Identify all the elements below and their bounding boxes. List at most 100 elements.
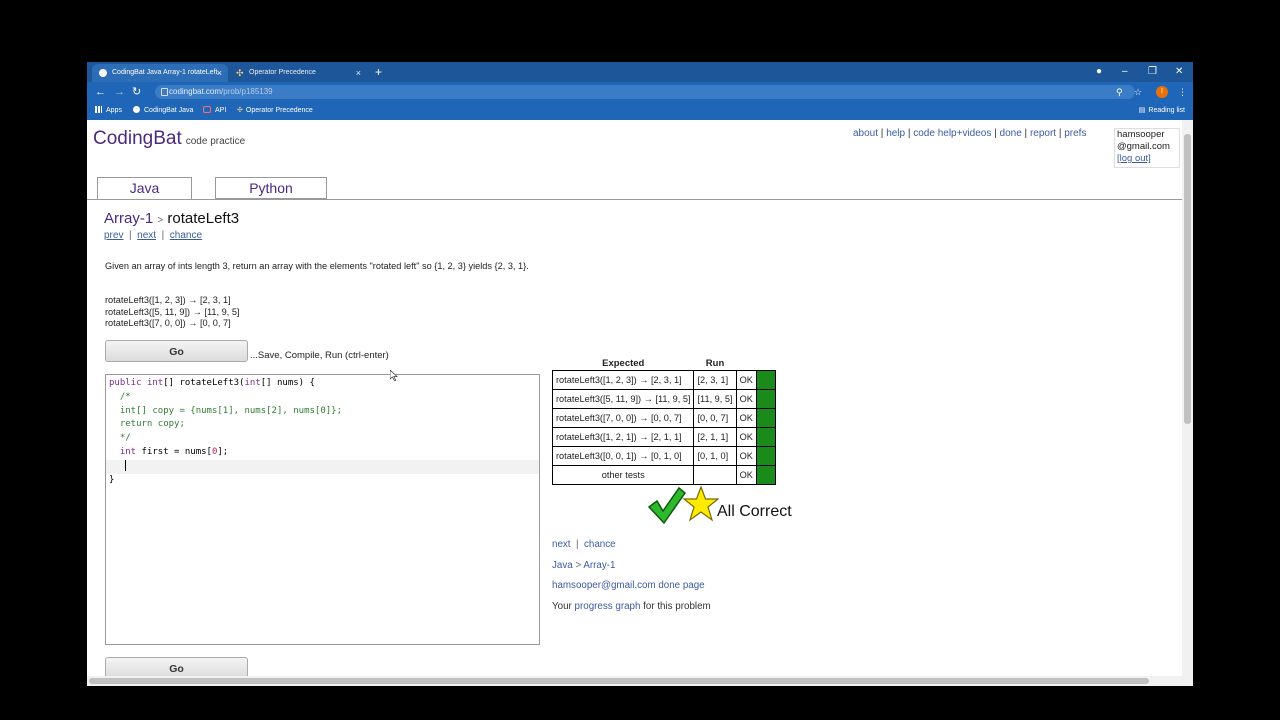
go-hint: ...Save, Compile, Run (ctrl-enter)	[250, 350, 389, 361]
done-link[interactable]: done	[1000, 128, 1022, 139]
code-line: int[] copy = {nums[1], nums[2], nums[0]}…	[119, 405, 343, 416]
array1-link[interactable]: Array-1	[583, 560, 615, 571]
help-link[interactable]: help	[886, 128, 905, 139]
operator-favicon-icon: ✣	[236, 68, 244, 78]
vertical-scrollbar[interactable]	[1182, 120, 1193, 676]
report-link[interactable]: report	[1030, 128, 1056, 139]
reload-button[interactable]: ↻	[132, 82, 141, 102]
user-box: hamsooper @gmail.com [log out]	[1114, 128, 1180, 168]
tab-strip: CodingBat Java Array-1 rotateLeft × ✣ Op…	[87, 62, 1193, 82]
about-link[interactable]: about	[853, 128, 878, 139]
code-line: */	[119, 433, 131, 444]
table-row: rotateLeft3([0, 0, 1]) → [0, 1, 0] [0, 1…	[551, 446, 776, 466]
run-cell: [11, 9, 5]	[693, 389, 737, 409]
pass-indicator	[755, 408, 776, 428]
apps-grid-icon	[95, 106, 102, 113]
close-tab-icon[interactable]: ×	[217, 64, 222, 82]
done-page-link[interactable]: hamsooper@gmail.com done page	[552, 580, 705, 591]
breadcrumb-separator: >	[575, 559, 582, 571]
lock-icon	[161, 88, 168, 96]
progress-graph-link[interactable]: progress graph	[575, 601, 641, 612]
example-line: rotateLeft3([7, 0, 0]) → [0, 0, 7]	[105, 318, 231, 328]
status-cell: OK	[735, 408, 757, 428]
scroll-thumb[interactable]	[89, 678, 1149, 684]
codingbat-favicon-icon	[99, 69, 107, 77]
tab-java[interactable]: Java	[97, 177, 192, 199]
tab-python[interactable]: Python	[215, 177, 327, 199]
close-tab-icon[interactable]: ×	[356, 64, 361, 82]
bookmark-codingbat[interactable]: CodingBat Java	[133, 102, 193, 120]
bookmark-star-icon[interactable]: ☆	[1134, 82, 1142, 102]
code-help-videos-link[interactable]: code help+videos	[913, 128, 991, 139]
run-cell-empty	[693, 465, 737, 485]
bookmark-apps[interactable]: Apps	[95, 102, 122, 120]
text-cursor	[125, 459, 127, 471]
tab-operator-precedence[interactable]: ✣ Operator Precedence ×	[233, 64, 367, 82]
status-cell: OK	[735, 427, 757, 447]
problem-title: rotateLeft3	[167, 210, 240, 227]
address-bar[interactable]: codingbat.com/prob/p185139	[155, 85, 1135, 99]
user-email-line2: @gmail.com	[1117, 141, 1170, 152]
browser-window: CodingBat Java Array-1 rotateLeft × ✣ Op…	[87, 62, 1193, 686]
code-editor[interactable]: public int[] rotateLeft3(int[] nums) { /…	[105, 374, 540, 645]
table-row: rotateLeft3([1, 2, 3]) → [2, 3, 1] [2, 3…	[551, 370, 776, 390]
table-row: rotateLeft3([5, 11, 9]) → [11, 9, 5] [11…	[551, 389, 776, 409]
reading-list-icon: ▤	[1138, 107, 1146, 114]
go-button[interactable]: Go	[105, 340, 248, 362]
next-link-bottom[interactable]: next	[552, 539, 571, 550]
scroll-thumb[interactable]	[1184, 134, 1191, 424]
horizontal-scrollbar[interactable]	[87, 676, 1193, 686]
new-tab-button[interactable]: +	[375, 64, 382, 80]
run-cell: [2, 1, 1]	[693, 427, 737, 447]
pass-indicator	[755, 427, 776, 447]
extension-circle-icon[interactable]: ●	[1096, 63, 1102, 81]
header-run: Run	[705, 358, 725, 369]
user-email-line1: hamsooper	[1117, 129, 1165, 140]
progress-suffix: for this problem	[643, 600, 711, 612]
reading-list-button[interactable]: ▤ Reading list	[1139, 102, 1185, 120]
tab-codingbat[interactable]: CodingBat Java Array-1 rotateLeft ×	[92, 64, 228, 82]
java-link[interactable]: Java	[552, 560, 573, 571]
window-close-button[interactable]: ✕	[1175, 63, 1183, 81]
example-line: rotateLeft3([5, 11, 9]) → [11, 9, 5]	[105, 306, 240, 317]
category-link[interactable]: Array-1	[104, 210, 153, 227]
profile-avatar[interactable]: I	[1156, 86, 1168, 98]
pass-indicator	[755, 446, 776, 466]
menu-kebab-icon[interactable]: ⋮	[1178, 82, 1187, 102]
run-cell: [0, 0, 7]	[693, 408, 737, 428]
code-line: public int[] rotateLeft3(int[] nums) {	[109, 378, 315, 388]
forward-button[interactable]: →	[114, 82, 125, 102]
restore-button[interactable]: ❐	[1148, 63, 1157, 81]
other-tests-cell: other tests	[551, 465, 695, 485]
operator-favicon-icon: ✣	[237, 107, 243, 114]
zoom-icon[interactable]: ⚲	[1116, 82, 1123, 102]
chance-link-bottom[interactable]: chance	[584, 539, 616, 550]
status-cell: OK	[735, 465, 757, 485]
header-status	[736, 358, 756, 371]
next-link[interactable]: next	[137, 230, 156, 241]
table-row-other: other tests OK	[551, 465, 776, 485]
code-line: return copy;	[119, 419, 185, 430]
code-line: /*	[119, 391, 131, 402]
prev-link[interactable]: prev	[104, 230, 123, 241]
status-cell: OK	[735, 370, 757, 390]
api-icon	[203, 106, 211, 113]
logout-link[interactable]: [log out]	[1117, 153, 1151, 164]
codingbat-favicon-icon	[133, 106, 140, 113]
chance-link[interactable]: chance	[170, 230, 202, 241]
back-button[interactable]: ←	[95, 82, 106, 102]
bottom-links: next | chance Java > Array-1 hamsooper@g…	[552, 539, 711, 612]
site-logo[interactable]: CodingBat code practice	[93, 128, 245, 150]
header-indicator	[756, 358, 775, 371]
pass-indicator	[755, 370, 776, 390]
prefs-link[interactable]: prefs	[1064, 128, 1086, 139]
bookmark-operator-precedence[interactable]: ✣ Operator Precedence	[237, 102, 313, 120]
problem-description: Given an array of ints length 3, return …	[105, 261, 529, 271]
status-cell: OK	[735, 446, 757, 466]
code-line: }	[109, 474, 115, 485]
example-line: rotateLeft3([1, 2, 3]) → [2, 3, 1]	[105, 295, 231, 305]
problem-nav: prev | next | chance	[104, 230, 203, 241]
bookmark-api[interactable]: API	[203, 102, 226, 120]
minimize-button[interactable]: –	[1122, 63, 1128, 81]
tab-title: Operator Precedence	[249, 69, 316, 76]
